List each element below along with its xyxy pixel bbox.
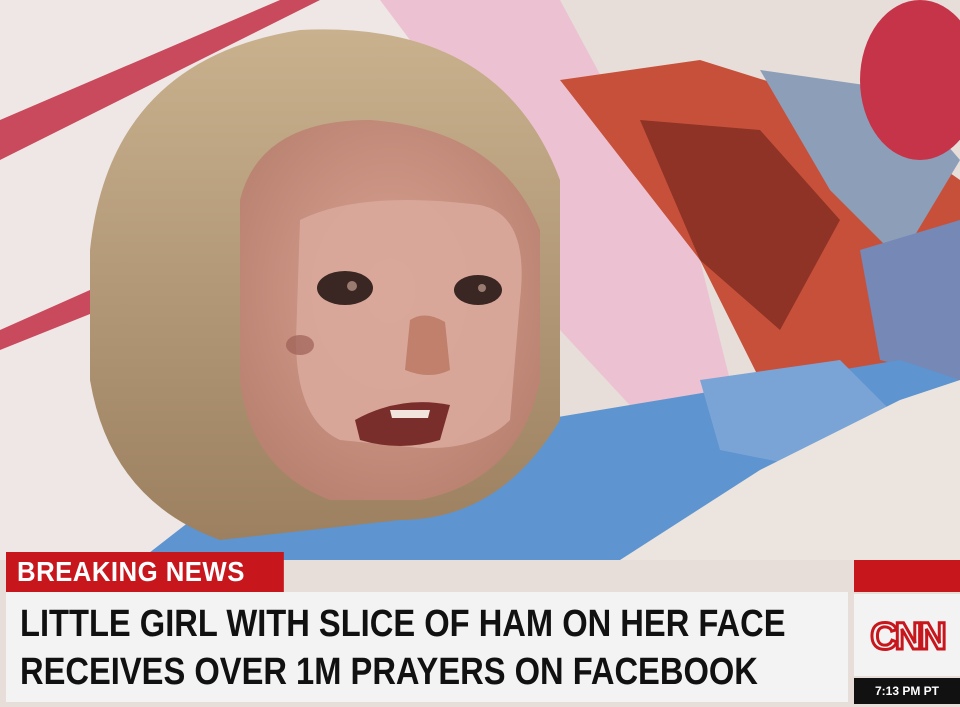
timestamp: 7:13 PM PT xyxy=(854,678,960,704)
network-accent-bar xyxy=(854,560,960,592)
headline-line-2: RECEIVES OVER 1M PRAYERS ON FACEBOOK xyxy=(20,651,758,693)
news-screenshot: BREAKING NEWS LITTLE GIRL WITH SLICE OF … xyxy=(0,0,960,707)
network-logo-text: CNN xyxy=(870,616,944,658)
headline-box: LITTLE GIRL WITH SLICE OF HAM ON HER FAC… xyxy=(6,592,848,702)
network-logo-box: CNN xyxy=(854,594,960,676)
headline-line-1: LITTLE GIRL WITH SLICE OF HAM ON HER FAC… xyxy=(20,603,786,645)
breaking-news-label: BREAKING NEWS xyxy=(6,552,284,592)
cnn-logo-icon: CNN xyxy=(869,615,949,660)
